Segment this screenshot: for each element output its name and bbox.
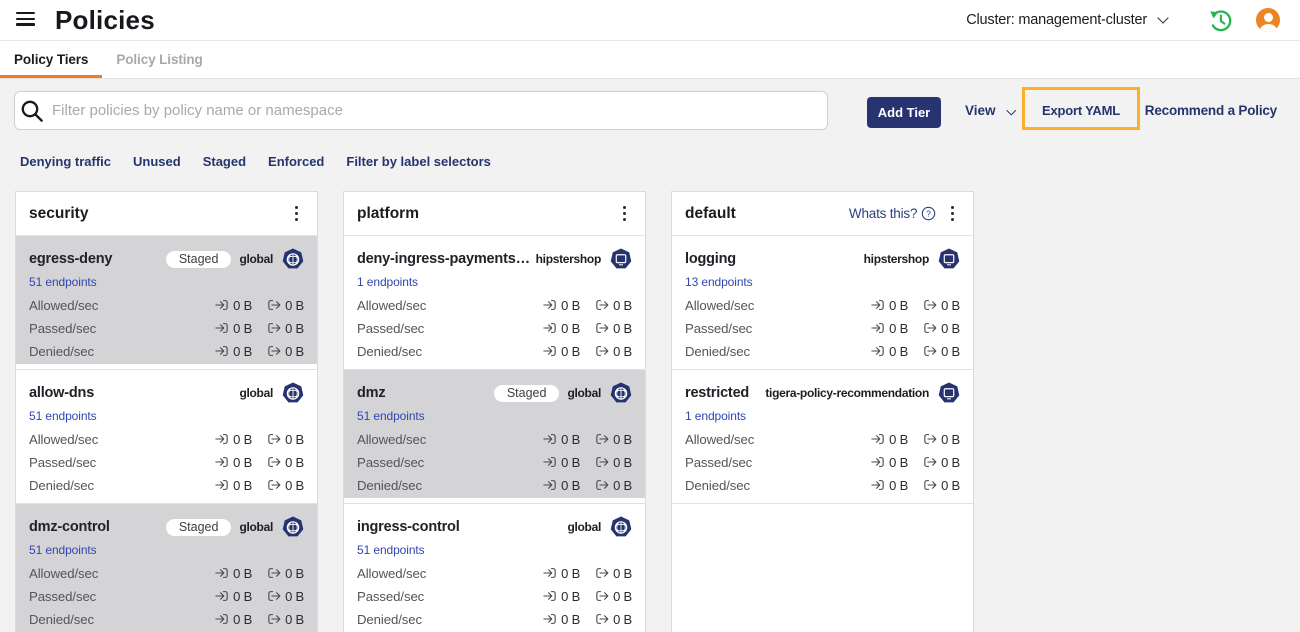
svg-text:?: ?	[926, 208, 931, 218]
